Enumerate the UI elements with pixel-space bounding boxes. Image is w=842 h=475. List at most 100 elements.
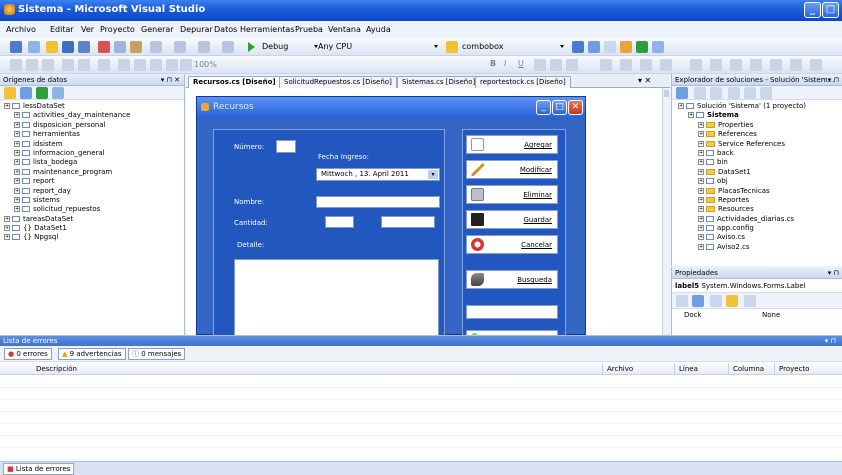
expand-icon[interactable]: + bbox=[698, 243, 704, 250]
edit-dataset-icon[interactable] bbox=[20, 87, 32, 99]
tree-item[interactable]: + report_day bbox=[4, 187, 184, 196]
tree-item[interactable]: + tareasDataSet bbox=[4, 215, 184, 224]
expand-icon[interactable]: + bbox=[698, 149, 704, 156]
fecha-ingreso-picker[interactable]: Mittwoch , 13. April 2011 ▾ bbox=[316, 168, 440, 181]
expand-icon[interactable]: + bbox=[698, 178, 704, 185]
agregar-button[interactable]: Agregar bbox=[466, 135, 558, 154]
panel-controls-icon[interactable]: ▾ ⊓ bbox=[825, 336, 836, 346]
expand-icon[interactable]: + bbox=[698, 225, 704, 232]
expand-icon[interactable]: + bbox=[698, 196, 704, 203]
column-descripcion[interactable]: Descripción bbox=[22, 363, 602, 375]
tree-item[interactable]: + disposicion_personal bbox=[4, 121, 184, 130]
cut-icon[interactable] bbox=[98, 41, 110, 53]
zoom-icon[interactable] bbox=[180, 59, 192, 71]
properties-icon[interactable] bbox=[676, 87, 688, 99]
nombre-input[interactable] bbox=[316, 196, 440, 208]
align-centers-icon[interactable] bbox=[26, 59, 38, 71]
expand-icon[interactable]: + bbox=[4, 225, 10, 232]
form-minimize-button[interactable]: _ bbox=[536, 100, 551, 115]
scroll-up-arrow[interactable] bbox=[664, 90, 669, 97]
expand-icon[interactable]: + bbox=[14, 159, 20, 166]
modificar-button[interactable]: Modificar bbox=[466, 160, 558, 179]
tree-item[interactable]: + DataSet1 bbox=[678, 168, 842, 177]
undo-icon[interactable] bbox=[150, 41, 162, 53]
tree-item[interactable]: + lessDataSet bbox=[4, 102, 184, 111]
chevron-down-icon[interactable] bbox=[434, 45, 438, 48]
new-project-icon[interactable] bbox=[10, 41, 22, 53]
tree-item[interactable]: + bin bbox=[678, 158, 842, 167]
expand-icon[interactable]: + bbox=[698, 159, 704, 166]
expand-icon[interactable]: + bbox=[14, 196, 20, 203]
expand-icon[interactable]: + bbox=[698, 131, 704, 138]
tab-solicitud-repuestos[interactable]: SolicitudRepuestos.cs [Diseño] bbox=[279, 76, 397, 88]
tab-recursos[interactable]: Recursos.cs [Diseño] bbox=[188, 76, 281, 88]
comment-icon[interactable] bbox=[600, 59, 612, 71]
refresh-icon[interactable] bbox=[52, 87, 64, 99]
make-same-size-icon[interactable] bbox=[118, 59, 130, 71]
form-maximize-button[interactable]: □ bbox=[552, 100, 567, 115]
cancelar-button[interactable]: Cancelar bbox=[466, 235, 558, 254]
detalle-textarea[interactable] bbox=[234, 259, 439, 337]
other-windows-icon[interactable] bbox=[652, 41, 664, 53]
tree-item[interactable]: + app.config bbox=[678, 224, 842, 233]
lock-controls-icon[interactable] bbox=[750, 59, 762, 71]
align-left-icon[interactable] bbox=[534, 59, 546, 71]
expand-icon[interactable]: + bbox=[14, 206, 20, 213]
menu-ayuda[interactable]: Ayuda bbox=[366, 25, 391, 34]
tree-item[interactable]: + informacion_general bbox=[4, 149, 184, 158]
chevron-down-icon[interactable] bbox=[560, 45, 564, 48]
start-debug-icon[interactable] bbox=[248, 42, 255, 52]
configure-dataset-icon[interactable] bbox=[36, 87, 48, 99]
navigate-forward-icon[interactable] bbox=[222, 41, 234, 53]
expand-icon[interactable]: + bbox=[14, 187, 20, 194]
tree-item[interactable]: + Solución 'Sistema' (1 proyecto) bbox=[678, 102, 842, 111]
properties-view-icon[interactable] bbox=[710, 295, 722, 307]
tree-item[interactable]: + idsistem bbox=[4, 140, 184, 149]
solution-explorer-icon[interactable] bbox=[572, 41, 584, 53]
numero-input[interactable] bbox=[276, 140, 296, 153]
menu-archivo[interactable]: Archivo bbox=[6, 25, 36, 34]
column-columna[interactable]: Columna bbox=[728, 363, 774, 375]
class-diagram-icon[interactable] bbox=[760, 87, 772, 99]
open-folder-icon[interactable] bbox=[46, 41, 58, 53]
paste-icon[interactable] bbox=[130, 41, 142, 53]
expand-icon[interactable]: + bbox=[14, 121, 20, 128]
chevron-down-icon[interactable] bbox=[314, 45, 318, 48]
expand-icon[interactable]: + bbox=[14, 112, 20, 119]
view-code-icon[interactable] bbox=[728, 87, 740, 99]
tree-item[interactable]: + activities_day_maintenance bbox=[4, 111, 184, 120]
tree-item[interactable]: + Reportes bbox=[678, 196, 842, 205]
align-center-icon[interactable] bbox=[550, 59, 562, 71]
expand-icon[interactable]: + bbox=[698, 168, 704, 175]
cantidad-input[interactable] bbox=[325, 216, 354, 228]
expand-icon[interactable]: + bbox=[698, 215, 704, 222]
properties-window-icon[interactable] bbox=[588, 41, 600, 53]
bold-icon[interactable]: B bbox=[490, 59, 496, 68]
align-tops-icon[interactable] bbox=[62, 59, 74, 71]
menu-ver[interactable]: Ver bbox=[81, 25, 94, 34]
tree-item[interactable]: + maintenance_program bbox=[4, 168, 184, 177]
tree-item[interactable]: + PlacasTecnicas bbox=[678, 187, 842, 196]
menu-depurar[interactable]: Depurar bbox=[180, 25, 213, 34]
menu-generar[interactable]: Generar bbox=[141, 25, 174, 34]
expand-icon[interactable]: + bbox=[698, 187, 704, 194]
tree-item[interactable]: + solicitud_repuestos bbox=[4, 205, 184, 214]
property-row-dock[interactable]: Dock None bbox=[672, 309, 842, 321]
property-pages-icon[interactable] bbox=[744, 295, 756, 307]
expand-icon[interactable]: + bbox=[14, 149, 20, 156]
menu-ventana[interactable]: Ventana bbox=[328, 25, 361, 34]
search-combo-value[interactable]: combobox bbox=[462, 42, 504, 51]
center-horizontally-icon[interactable] bbox=[770, 59, 782, 71]
expand-icon[interactable]: + bbox=[698, 206, 704, 213]
bookmark-icon[interactable] bbox=[660, 59, 672, 71]
view-designer-icon[interactable] bbox=[744, 87, 756, 99]
chevron-down-icon[interactable]: ▾ bbox=[428, 170, 438, 179]
cantidad-extra-input[interactable] bbox=[381, 216, 435, 228]
tree-item[interactable]: + Properties bbox=[678, 121, 842, 130]
format-icon[interactable] bbox=[810, 59, 822, 71]
panel-controls-icon[interactable]: ▾ ⊓ bbox=[828, 267, 839, 279]
align-rights-icon[interactable] bbox=[42, 59, 54, 71]
add-item-icon[interactable] bbox=[28, 41, 40, 53]
panel-controls-icon[interactable]: ▾ ⊓ bbox=[828, 74, 839, 86]
navigate-back-icon[interactable] bbox=[198, 41, 210, 53]
